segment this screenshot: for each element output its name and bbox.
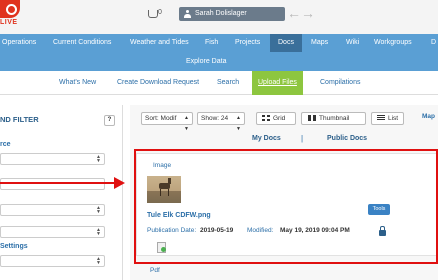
source-select[interactable]: ▲ ▼: [0, 153, 105, 165]
nav-item-current-conditions[interactable]: Current Conditions: [53, 34, 111, 52]
help-button[interactable]: ?: [104, 115, 115, 126]
show-caret-icon: ▲ ▼: [236, 115, 241, 132]
docs-tabs: What's New Create Download Request Searc…: [0, 71, 438, 95]
thumbnail-label: Thumbnail: [319, 115, 350, 122]
list-icon: [377, 115, 385, 121]
cart-icon[interactable]: [148, 10, 158, 18]
user-icon: [184, 10, 191, 18]
nav-item-docs[interactable]: Docs: [270, 34, 302, 52]
logo-text: LIVE: [0, 19, 18, 26]
show-select[interactable]: Show: 24 ▲ ▼: [197, 112, 245, 132]
nav-item-workgroups[interactable]: Workgroups: [374, 34, 412, 52]
logo-icon: [0, 0, 20, 18]
tab-my-docs[interactable]: My Docs: [252, 135, 281, 142]
select-caret-icon: ▲ ▼: [96, 205, 101, 215]
main-nav: Operations Current Conditions Weather an…: [0, 34, 438, 52]
sort-select[interactable]: Sort: Modif ▲ ▼: [141, 112, 193, 132]
sub-nav: Explore Data: [0, 52, 438, 71]
cart-count: 0: [158, 9, 162, 16]
list-label: List: [388, 115, 399, 122]
thumbnail-icon: [308, 115, 316, 121]
grid-view-button[interactable]: Grid: [256, 112, 296, 125]
user-name: Sarah Dolislager: [195, 10, 247, 17]
tab-compilations[interactable]: Compilations: [320, 71, 360, 95]
filter-label-settings: Settings: [0, 243, 28, 250]
forward-arrow-icon[interactable]: →: [301, 6, 315, 20]
grid-label: Grid: [273, 115, 286, 122]
sort-label: Sort: Modif: [145, 115, 177, 122]
filter-select-1[interactable]: ▲ ▼: [0, 204, 105, 216]
user-menu-button[interactable]: Sarah Dolislager: [179, 7, 285, 21]
tab-public-docs[interactable]: Public Docs: [327, 135, 367, 142]
top-bar: LIVE 0 Sarah Dolislager ← →: [0, 0, 438, 34]
tab-whats-new[interactable]: What's New: [59, 71, 96, 95]
filter-select-2[interactable]: ▲ ▼: [0, 226, 105, 238]
sort-caret-icon: ▲ ▼: [184, 115, 189, 132]
thumbnail-view-button[interactable]: Thumbnail: [301, 112, 366, 125]
select-caret-icon: ▲ ▼: [96, 227, 101, 237]
nav-item-explore-data[interactable]: Explore Data: [186, 52, 226, 71]
select-caret-icon: ▲ ▼: [96, 154, 101, 164]
list-view-button[interactable]: List: [371, 112, 404, 125]
filter-input[interactable]: [0, 178, 105, 190]
nav-item-maps[interactable]: Maps: [311, 34, 328, 52]
grid-icon: [262, 115, 270, 121]
filter-panel: ND FILTER ? rce ▲ ▼ ▲ ▼ ▲ ▼ Settings ▲ ▼: [0, 105, 123, 280]
highlight-box: [134, 149, 438, 264]
annotation-arrow-line: [0, 182, 116, 184]
tab-search[interactable]: Search: [217, 71, 239, 95]
next-document-type: Pdf: [150, 267, 160, 274]
nav-item-weather-and-tides[interactable]: Weather and Tides: [130, 34, 189, 52]
nav-item-projects[interactable]: Projects: [235, 34, 260, 52]
nav-item-wiki[interactable]: Wiki: [346, 34, 359, 52]
tab-create-download-request[interactable]: Create Download Request: [117, 71, 199, 95]
annotation-arrow-head-icon: [114, 177, 125, 189]
back-arrow-icon[interactable]: ←: [287, 6, 301, 20]
filter-label-source: rce: [0, 141, 11, 148]
doc-tab-separator: |: [301, 134, 304, 143]
nav-item-fish[interactable]: Fish: [205, 34, 218, 52]
filter-panel-title: ND FILTER: [0, 115, 39, 124]
select-caret-icon: ▲ ▼: [96, 256, 101, 266]
show-label: Show: 24: [201, 115, 229, 122]
settings-select[interactable]: ▲ ▼: [0, 255, 105, 267]
tab-upload-files[interactable]: Upload Files: [252, 71, 303, 95]
map-view-link[interactable]: Map: [422, 113, 435, 120]
nav-item-operations[interactable]: Operations: [2, 34, 36, 52]
logo[interactable]: LIVE: [0, 0, 22, 28]
nav-item-overflow[interactable]: D: [431, 34, 436, 52]
